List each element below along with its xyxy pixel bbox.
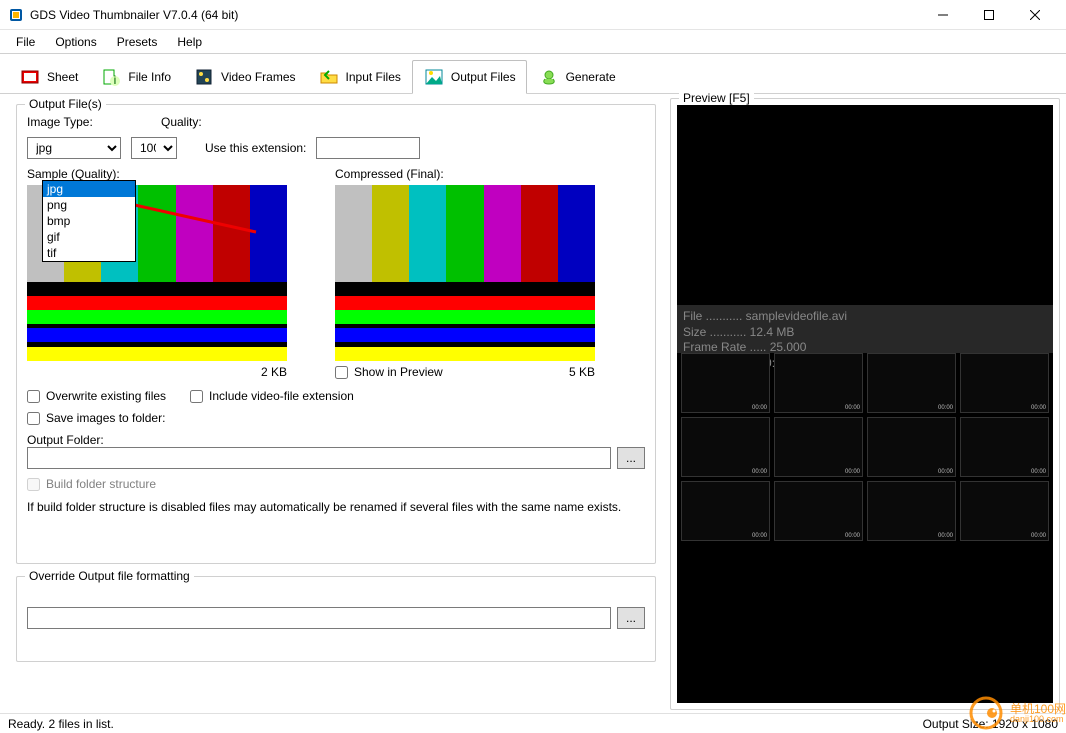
compressed-final-image	[335, 185, 595, 361]
status-left: Ready. 2 files in list.	[8, 717, 114, 731]
sample-quality-label: Sample (Quality):	[27, 167, 287, 181]
svg-text:i: i	[114, 73, 117, 87]
menu-file[interactable]: File	[6, 33, 45, 51]
preview-info-header: File ........... samplevideofile.avi Siz…	[677, 305, 1053, 353]
tab-file-info-label: File Info	[128, 70, 171, 84]
close-button[interactable]	[1012, 0, 1058, 30]
build-folder-hint: If build folder structure is disabled fi…	[27, 499, 645, 516]
quality-label: Quality:	[161, 115, 202, 129]
image-type-option-gif[interactable]: gif	[43, 229, 135, 245]
image-type-select[interactable]: jpg	[27, 137, 121, 159]
save-images-to-folder-checkbox[interactable]: Save images to folder:	[27, 411, 165, 425]
compressed-size: 5 KB	[569, 365, 595, 379]
title-bar: GDS Video Thumbnailer V7.0.4 (64 bit)	[0, 0, 1066, 30]
preview-thumb: 00:00	[774, 353, 863, 413]
tab-video-frames[interactable]: Video Frames	[182, 60, 306, 94]
preview-thumb: 00:00	[681, 481, 770, 541]
preview-canvas[interactable]: File ........... samplevideofile.avi Siz…	[677, 105, 1053, 703]
tab-generate[interactable]: Generate	[527, 60, 627, 94]
preview-thumb: 00:00	[960, 353, 1049, 413]
preview-thumb: 00:00	[681, 417, 770, 477]
tab-sheet-label: Sheet	[47, 70, 78, 84]
tab-sheet[interactable]: Sheet	[8, 60, 89, 94]
tab-output-files-label: Output Files	[451, 70, 516, 84]
output-folder-input[interactable]	[27, 447, 611, 469]
status-bar: Ready. 2 files in list. Output Size: 192…	[0, 713, 1066, 733]
tab-generate-label: Generate	[566, 70, 616, 84]
build-folder-structure-checkbox: Build folder structure	[27, 477, 156, 491]
preview-thumb: 00:00	[867, 417, 956, 477]
use-extension-label: Use this extension:	[205, 141, 306, 155]
maximize-button[interactable]	[966, 0, 1012, 30]
app-icon	[8, 7, 24, 23]
preview-thumb: 00:00	[960, 417, 1049, 477]
image-type-option-jpg[interactable]: jpg	[43, 181, 135, 197]
output-files-legend: Output File(s)	[25, 97, 106, 111]
override-format-input[interactable]	[27, 607, 611, 629]
menu-presets[interactable]: Presets	[107, 33, 168, 51]
image-type-option-bmp[interactable]: bmp	[43, 213, 135, 229]
video-frames-icon	[193, 66, 215, 88]
minimize-button[interactable]	[920, 0, 966, 30]
preview-thumb: 00:00	[960, 481, 1049, 541]
preview-group: Preview [F5] File ........... samplevide…	[670, 98, 1060, 710]
quality-select[interactable]: 100	[131, 137, 177, 159]
menu-bar: File Options Presets Help	[0, 30, 1066, 54]
output-folder-browse-button[interactable]: ...	[617, 447, 645, 469]
compressed-final-label: Compressed (Final):	[335, 167, 595, 181]
menu-help[interactable]: Help	[167, 33, 212, 51]
tab-output-files[interactable]: Output Files	[412, 60, 527, 94]
tab-input-files-label: Input Files	[346, 70, 401, 84]
sheet-icon	[19, 66, 41, 88]
image-type-label: Image Type:	[27, 115, 121, 129]
show-in-preview-checkbox[interactable]: Show in Preview	[335, 365, 443, 379]
include-video-ext-checkbox[interactable]: Include video-file extension	[190, 389, 354, 403]
tab-input-files[interactable]: Input Files	[307, 60, 412, 94]
generate-icon	[538, 66, 560, 88]
preview-thumb: 00:00	[867, 481, 956, 541]
file-info-icon: i	[100, 66, 122, 88]
tab-file-info[interactable]: i File Info	[89, 60, 182, 94]
menu-options[interactable]: Options	[45, 33, 106, 51]
use-extension-input[interactable]	[316, 137, 420, 159]
override-output-legend: Override Output file formatting	[25, 569, 194, 583]
sample-size: 2 KB	[261, 365, 287, 379]
preview-thumb: 00:00	[681, 353, 770, 413]
output-files-group: Output File(s) Image Type: Quality: jpg …	[16, 104, 656, 564]
override-format-browse-button[interactable]: ...	[617, 607, 645, 629]
input-files-icon	[318, 66, 340, 88]
preview-thumb: 00:00	[774, 481, 863, 541]
overwrite-existing-checkbox[interactable]: Overwrite existing files	[27, 389, 166, 403]
window-title: GDS Video Thumbnailer V7.0.4 (64 bit)	[30, 8, 920, 22]
output-files-icon	[423, 66, 445, 88]
preview-thumb: 00:00	[867, 353, 956, 413]
override-output-group: Override Output file formatting ...	[16, 576, 656, 662]
image-type-option-tif[interactable]: tif	[43, 245, 135, 261]
preview-thumb: 00:00	[774, 417, 863, 477]
output-folder-label: Output Folder:	[27, 433, 645, 447]
main-toolbar: Sheet i File Info Video Frames Input Fil…	[0, 54, 1066, 94]
preview-thumb-grid: 00:00 00:00 00:00 00:00 00:00 00:00 00:0…	[677, 353, 1053, 541]
status-right: Output Size: 1920 x 1080	[923, 717, 1058, 731]
image-type-dropdown-list[interactable]: jpg png bmp gif tif	[42, 180, 136, 262]
image-type-option-png[interactable]: png	[43, 197, 135, 213]
preview-legend: Preview [F5]	[679, 91, 754, 105]
tab-video-frames-label: Video Frames	[221, 70, 295, 84]
